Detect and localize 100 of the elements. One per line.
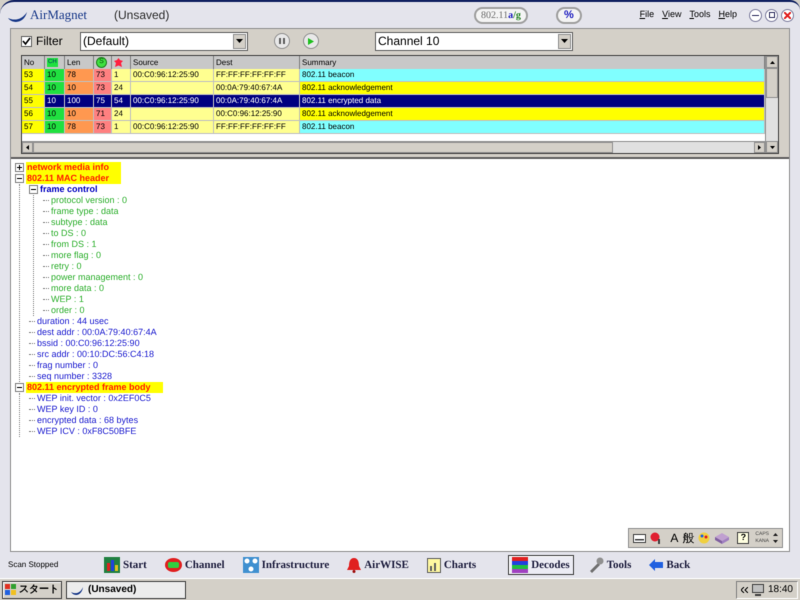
column-header[interactable]: No xyxy=(22,56,45,69)
table-cell: 100 xyxy=(65,95,94,107)
updown-icon[interactable] xyxy=(773,532,778,544)
pause-button[interactable] xyxy=(274,33,290,49)
blob-icon xyxy=(114,58,123,68)
table-cell: 53 xyxy=(22,69,45,81)
close-icon[interactable] xyxy=(781,8,794,22)
caret-icon xyxy=(561,39,568,43)
expand-icon[interactable] xyxy=(15,163,24,172)
percent-button[interactable]: % xyxy=(556,6,582,24)
band-badge[interactable]: 802.11a/g xyxy=(474,6,528,24)
tree-field[interactable]: WEP ICV : 0xF8C50BFE xyxy=(37,426,136,437)
collapse-icon[interactable] xyxy=(15,383,24,392)
scroll-up-icon[interactable] xyxy=(766,56,778,68)
table-cell: 00:C0:96:12:25:90 xyxy=(214,108,300,120)
nav-button[interactable]: AirWISE xyxy=(343,555,413,575)
table-cell: 00:0A:79:40:67:4A xyxy=(214,95,300,107)
table-cell: FF:FF:FF:FF:FF:FF xyxy=(214,121,300,133)
table-cell: 57 xyxy=(22,121,45,133)
collapse-icon[interactable] xyxy=(15,174,24,183)
tree-group[interactable]: frame control xyxy=(40,184,98,195)
scroll-thumb[interactable] xyxy=(33,142,613,153)
table-cell: 1 xyxy=(112,69,131,81)
tree-field[interactable]: bssid : 00:C0:96:12:25:90 xyxy=(37,338,140,349)
document-title: (Unsaved) xyxy=(114,7,170,24)
channel-dropdown[interactable]: Channel 10 xyxy=(375,32,573,50)
column-header[interactable]: Len xyxy=(65,56,94,69)
table-cell: 55 xyxy=(22,95,45,107)
palette-icon[interactable] xyxy=(698,532,712,544)
menu-item[interactable]: View xyxy=(662,8,682,22)
scroll-right-icon[interactable] xyxy=(754,142,765,153)
taskbar-item[interactable]: (Unsaved) xyxy=(66,580,186,598)
nav-button[interactable]: Tools xyxy=(584,555,636,575)
table-cell: 56 xyxy=(22,108,45,120)
app-logo: AirMagnet xyxy=(30,6,88,24)
tree-field[interactable]: src addr : 00:10:DC:56:C4:18 xyxy=(37,349,154,360)
nav-button[interactable]: Charts xyxy=(422,555,480,575)
table-cell: 10 xyxy=(45,108,65,120)
packet-row[interactable]: 55 10 100 75 54 00:C0:96:12:25:90 00:0A:79:40:67:4A 802.11 encrypted data xyxy=(22,95,765,108)
nav-button[interactable]: Channel xyxy=(160,555,229,575)
table-cell: 00:C0:96:12:25:90 xyxy=(131,95,214,107)
play-button[interactable] xyxy=(303,33,319,49)
table-cell: 10 xyxy=(45,121,65,133)
tree-section[interactable]: 802.11 MAC header xyxy=(26,173,122,184)
menu-item[interactable]: File xyxy=(640,8,654,22)
scroll-left-icon[interactable] xyxy=(22,142,33,153)
table-cell: 24 xyxy=(112,108,131,120)
nav-button[interactable]: Back xyxy=(645,555,694,575)
tree-field[interactable]: encrypted data : 68 bytes xyxy=(37,415,138,426)
table-cell: 802.11 beacon xyxy=(300,69,765,81)
tree-field[interactable]: seq number : 3328 xyxy=(37,371,112,382)
column-header[interactable]: Summary xyxy=(300,56,765,69)
collapse-icon[interactable] xyxy=(29,185,38,194)
chart-icon xyxy=(426,558,441,572)
ime-mode[interactable]: 般 xyxy=(682,529,694,547)
tree-section[interactable]: network media info xyxy=(26,162,122,173)
table-cell: 00:0A:79:40:67:4A xyxy=(214,82,300,94)
ime-letter[interactable]: A xyxy=(670,529,678,547)
nav-button[interactable]: Decodes xyxy=(508,555,574,575)
pause-icon xyxy=(279,38,285,44)
table-cell: 10 xyxy=(45,69,65,81)
table-cell: FF:FF:FF:FF:FF:FF xyxy=(214,69,300,81)
stripes-icon xyxy=(512,557,528,573)
packet-row[interactable]: 56 10 10 71 24 00:C0:96:12:25:90 802.11 acknowledgement xyxy=(22,108,765,121)
packet-row[interactable]: 54 10 10 73 24 00:0A:79:40:67:4A 802.11 acknowledgement xyxy=(22,82,765,95)
scroll-down-icon[interactable] xyxy=(766,141,778,153)
channel-icon xyxy=(164,558,182,572)
box-icon[interactable] xyxy=(715,532,730,544)
tree-section[interactable]: 802.11 encrypted frame body xyxy=(26,382,163,393)
column-header[interactable]: Source xyxy=(131,56,214,69)
monitor-icon[interactable] xyxy=(752,584,764,596)
help-icon[interactable]: ? xyxy=(737,532,750,544)
tree-field[interactable]: duration : 44 usec xyxy=(37,316,109,327)
tree-field[interactable]: WEP key ID : 0 xyxy=(37,404,98,415)
tree-field[interactable]: WEP init. vector : 0x2EF0C5 xyxy=(37,393,151,404)
nav-button[interactable]: Infrastructure xyxy=(238,555,334,575)
start-button[interactable]: スタート xyxy=(2,580,62,598)
chevron-icon[interactable] xyxy=(740,586,748,592)
table-cell: 1 xyxy=(112,121,131,133)
maximize-icon[interactable] xyxy=(765,8,778,22)
back-arrow-icon xyxy=(649,559,664,571)
packet-row[interactable]: 57 10 78 73 1 00:C0:96:12:25:90 FF:FF:FF:FF:FF:FF 802.11 beacon xyxy=(22,121,765,134)
filter-checkbox[interactable] xyxy=(21,36,32,46)
tree-field[interactable]: frag number : 0 xyxy=(37,360,98,371)
table-cell: 10 xyxy=(45,95,65,107)
table-cell: 802.11 beacon xyxy=(300,121,765,133)
table-cell: 10 xyxy=(45,82,65,94)
menu-item[interactable]: Tools xyxy=(689,8,710,22)
wrench-icon xyxy=(588,557,604,573)
tree-field[interactable]: dest addr : 00:0A:79:40:67:4A xyxy=(37,327,157,338)
column-header[interactable]: Dest xyxy=(214,56,300,69)
table-cell: 78 xyxy=(65,69,94,81)
table-cell: 00:C0:96:12:25:90 xyxy=(131,69,214,81)
profile-dropdown[interactable]: (Default) xyxy=(80,32,248,50)
menu-item[interactable]: Help xyxy=(718,8,737,22)
table-cell: 24 xyxy=(112,82,131,94)
scroll-thumb[interactable] xyxy=(766,68,778,98)
nav-button[interactable]: Start xyxy=(100,555,151,575)
packet-row[interactable]: 53 10 78 73 1 00:C0:96:12:25:90 FF:FF:FF:FF:FF:FF 802.11 beacon xyxy=(22,69,765,82)
minimize-icon[interactable] xyxy=(749,8,762,22)
